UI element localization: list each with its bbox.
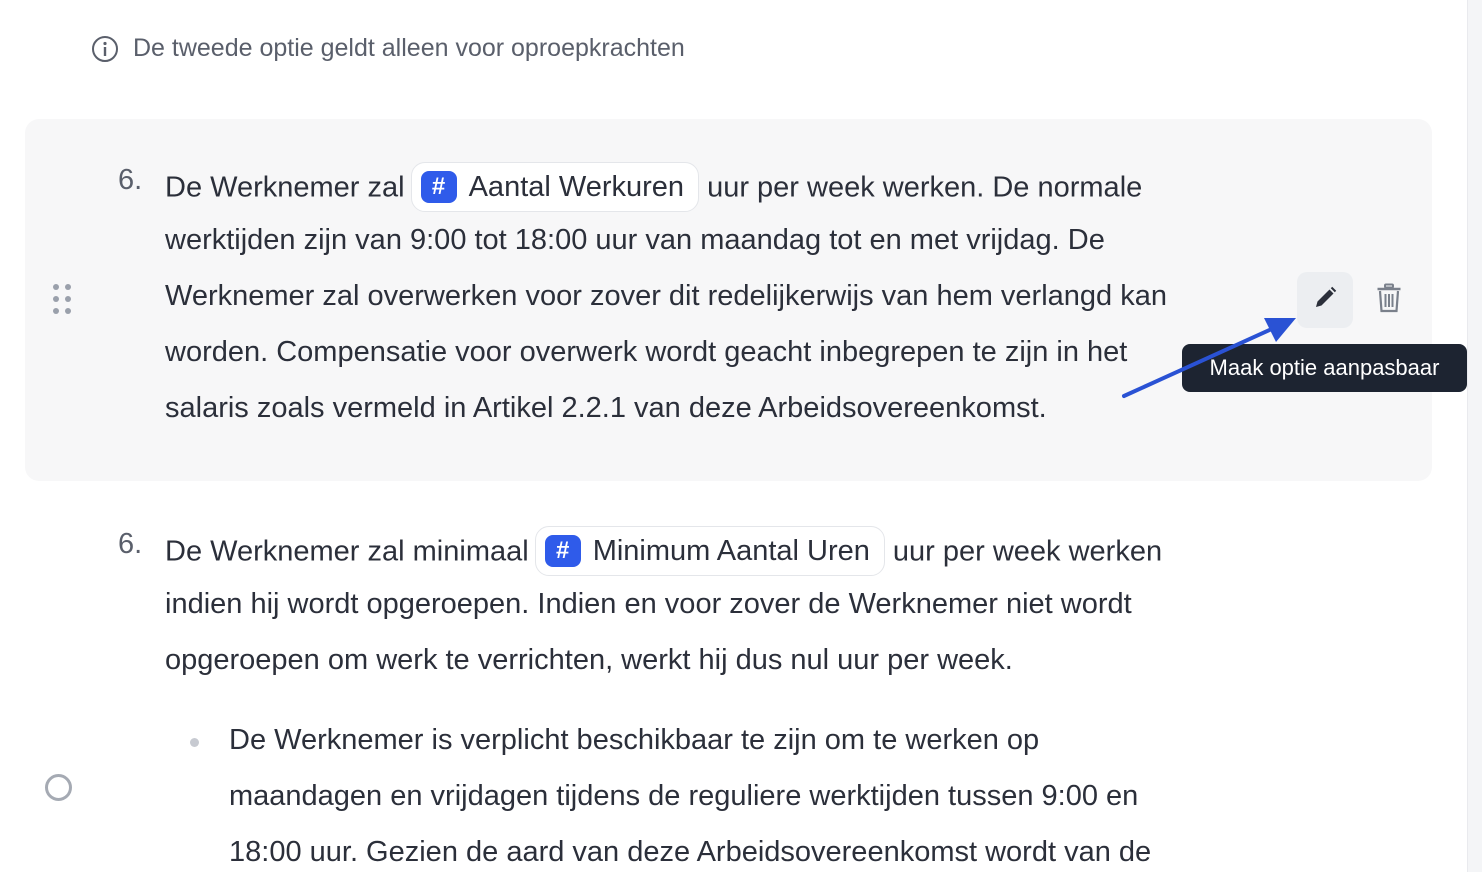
edit-option-button[interactable] [1297,272,1353,328]
drag-handle-icon[interactable] [51,284,73,316]
bullet-line: 18:00 uur. Gezien de aard van deze Arbei… [229,836,1152,868]
delete-option-button[interactable] [1364,272,1414,328]
clause-line: De Werknemer zal # Aantal Werkuren uur per … [165,162,1143,214]
pencil-icon [1312,285,1338,316]
option-radio[interactable] [45,774,72,801]
variable-chip-aantal-werkuren[interactable]: # Aantal Werkuren [410,162,700,212]
clause-line: Werknemer zal overwerken voor zover dit … [165,280,1167,312]
variable-chip-minimum-aantal-uren[interactable]: # Minimum Aantal Uren [534,526,885,576]
bullet-dot [190,738,199,747]
trash-icon [1376,283,1402,318]
hash-icon: # [420,171,457,203]
clause-line: salaris zoals vermeld in Artikel 2.2.1 v… [165,392,1047,424]
info-note-text: De tweede optie geldt alleen voor oproep… [133,34,685,62]
variable-label: Minimum Aantal Uren [592,534,870,567]
clause-text: uur per week werken. De normale [707,171,1143,204]
info-icon [91,35,119,63]
clause-line: werktijden zijn van 9:00 tot 18:00 uur v… [165,224,1105,256]
bullet-line: maandagen en vrijdagen tijdens de reguli… [229,780,1139,812]
clause-line: indien hij wordt opgeroepen. Indien en v… [165,588,1132,620]
scrollbar-track[interactable] [1467,0,1482,872]
hash-icon: # [544,535,581,567]
bullet-line: De Werknemer is verplicht beschikbaar te… [229,724,1040,756]
clause-text: De Werknemer zal minimaal [165,535,529,568]
tooltip: Maak optie aanpasbaar [1182,344,1467,392]
clause-line: De Werknemer zal minimaal # Minimum Aantal… [165,526,1163,578]
clause-text: uur per week werken [892,535,1163,568]
info-note: De tweede optie geldt alleen voor oproep… [91,34,685,63]
clause-number: 6. [118,528,143,560]
clause-line: opgeroepen om werk te verrichten, werkt … [165,644,1013,676]
clause-text: De Werknemer zal [165,171,405,204]
clause-number: 6. [118,164,143,196]
contract-editor: De tweede optie geldt alleen voor oproep… [0,0,1482,872]
variable-label: Aantal Werkuren [468,170,685,203]
clause-line: worden. Compensatie voor overwerk wordt … [165,336,1128,368]
